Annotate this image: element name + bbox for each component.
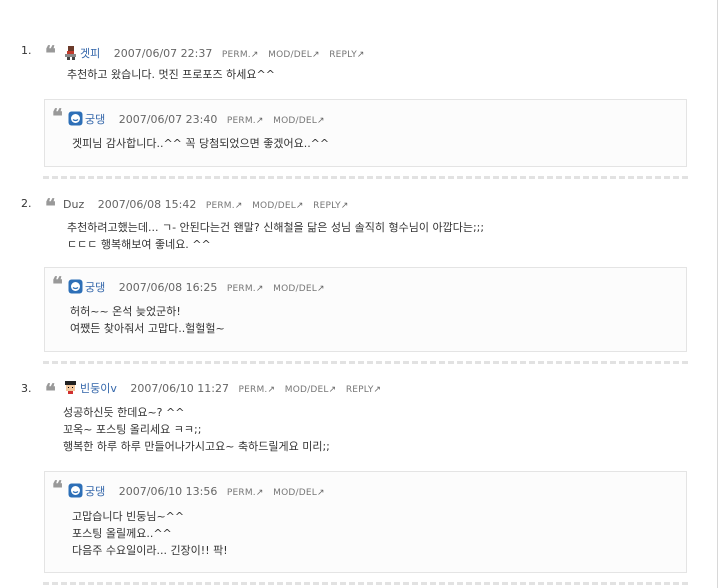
- perm-link[interactable]: PERM.↗: [206, 201, 243, 211]
- comment-body: 추천하려고했는데... ㄱ- 안된다는건 왠말? 신해철을 닮은 성님 솔직히 …: [67, 219, 484, 253]
- mod-del-link[interactable]: MOD/DEL↗: [273, 284, 325, 294]
- comment-separator: [43, 176, 688, 179]
- comment-separator: [43, 582, 688, 585]
- comment-line: ㄷㄷㄷ 행복해보여 좋네요. ^^: [67, 238, 211, 251]
- comment-number: 1.: [21, 44, 32, 57]
- comment-line: 성공하신듯 한데요~? ^^: [63, 406, 185, 419]
- page-right-border: [717, 0, 718, 588]
- comment-body: 추천하고 왔습니다. 멋진 프로포즈 하세요^^: [67, 66, 275, 83]
- reply-meta: 궁댕 2007/06/07 23:40 PERM.↗ MOD/DEL↗: [68, 111, 325, 128]
- reply-line: 포스팅 올릴께요..^^: [72, 527, 172, 540]
- perm-link[interactable]: PERM.↗: [238, 385, 275, 395]
- arrow-ne-icon: ↗: [340, 201, 349, 211]
- arrow-ne-icon: ↗: [311, 50, 320, 60]
- perm-link[interactable]: PERM.↗: [222, 50, 259, 60]
- reply-box: ❝ 궁댕 2007/06/10 13:56 PERM.↗ MOD/DEL↗ 고맙…: [44, 471, 687, 573]
- arrow-ne-icon: ↗: [373, 385, 382, 395]
- arrow-ne-icon: ↗: [328, 385, 337, 395]
- arrow-ne-icon: ↗: [255, 488, 264, 498]
- comment-meta: 빈둥이v 2007/06/10 11:27 PERM.↗ MOD/DEL↗ RE…: [63, 380, 381, 397]
- quote-mark-icon: ❝: [45, 194, 56, 218]
- character-avatar-icon: [63, 45, 78, 60]
- comment-number: 3.: [21, 382, 32, 395]
- quote-mark-icon: ❝: [45, 379, 56, 403]
- perm-link[interactable]: PERM.↗: [227, 488, 264, 498]
- arrow-ne-icon: ↗: [255, 284, 264, 294]
- arrow-ne-icon: ↗: [250, 50, 259, 60]
- reply-date: 2007/06/08 16:25: [118, 281, 218, 294]
- reply-line: 고맙습니다 빈둥님~^^: [72, 510, 185, 523]
- comment-meta: Duz 2007/06/08 15:42 PERM.↗ MOD/DEL↗ REP…: [63, 198, 349, 213]
- reply-meta: 궁댕 2007/06/10 13:56 PERM.↗ MOD/DEL↗: [68, 483, 325, 500]
- smiley-badge-icon: [68, 111, 83, 126]
- reply-body: 겟피님 감사합니다..^^ 꼭 당첨되었으면 좋겠어요..^^: [72, 135, 329, 152]
- comment-date: 2007/06/07 22:37: [113, 47, 213, 60]
- comment-line: 꼬옥~ 포스팅 올리세요 ㅋㅋ;;: [63, 423, 202, 436]
- comment-author-link[interactable]: Duz: [63, 198, 84, 211]
- mod-del-link[interactable]: MOD/DEL↗: [285, 385, 337, 395]
- smiley-badge-icon: [68, 279, 83, 294]
- quote-mark-icon: ❝: [52, 104, 63, 128]
- reply-date: 2007/06/10 13:56: [118, 485, 218, 498]
- comment-author-link[interactable]: 빈둥이v: [80, 382, 117, 395]
- reply-link[interactable]: REPLY↗: [346, 385, 381, 395]
- reply-line: 겟피님 감사합니다..^^ 꼭 당첨되었으면 좋겠어요..^^: [72, 137, 330, 150]
- quote-mark-icon: ❝: [52, 272, 63, 296]
- comment-separator: [43, 361, 688, 364]
- quote-mark-icon: ❝: [52, 476, 63, 500]
- arrow-ne-icon: ↗: [234, 201, 243, 211]
- pixel-face-avatar-icon: [63, 380, 78, 395]
- perm-link[interactable]: PERM.↗: [227, 284, 264, 294]
- arrow-ne-icon: ↗: [295, 201, 304, 211]
- mod-del-link[interactable]: MOD/DEL↗: [273, 488, 325, 498]
- reply-date: 2007/06/07 23:40: [118, 113, 218, 126]
- comment-date: 2007/06/08 15:42: [97, 198, 197, 211]
- comment-line: 추천하고 왔습니다. 멋진 프로포즈 하세요^^: [67, 68, 275, 81]
- arrow-ne-icon: ↗: [267, 385, 276, 395]
- arrow-ne-icon: ↗: [316, 488, 325, 498]
- arrow-ne-icon: ↗: [255, 116, 264, 126]
- reply-link[interactable]: REPLY↗: [313, 201, 348, 211]
- arrow-ne-icon: ↗: [316, 116, 325, 126]
- perm-link[interactable]: PERM.↗: [227, 116, 264, 126]
- smiley-badge-icon: [68, 483, 83, 498]
- reply-meta: 궁댕 2007/06/08 16:25 PERM.↗ MOD/DEL↗: [68, 279, 325, 296]
- reply-line: 다음주 수요일이라... 긴장이!! 팍!: [72, 544, 228, 557]
- reply-author-link[interactable]: 궁댕: [85, 485, 105, 498]
- reply-body: 허허~~ 온석 늦었군하! 여쨌든 찾아줘서 고맙다..헐헐헐~: [70, 303, 225, 337]
- arrow-ne-icon: ↗: [316, 284, 325, 294]
- reply-body: 고맙습니다 빈둥님~^^ 포스팅 올릴께요..^^ 다음주 수요일이라... 긴…: [72, 508, 228, 559]
- quote-mark-icon: ❝: [45, 41, 56, 65]
- comment-meta: 겟피 2007/06/07 22:37 PERM.↗ MOD/DEL↗ REPL…: [63, 45, 365, 62]
- arrow-ne-icon: ↗: [356, 50, 365, 60]
- comment-author-link[interactable]: 겟피: [80, 47, 100, 60]
- comment-line: 행복한 하루 하루 만들어나가시고요~ 축하드릴게요 미리;;: [63, 440, 330, 453]
- reply-link[interactable]: REPLY↗: [329, 50, 364, 60]
- reply-line: 허허~~ 온석 늦었군하!: [70, 305, 181, 318]
- reply-box: ❝ 궁댕 2007/06/07 23:40 PERM.↗ MOD/DEL↗ 겟피…: [44, 99, 687, 167]
- comment-line: 추천하려고했는데... ㄱ- 안된다는건 왠말? 신해철을 닮은 성님 솔직히 …: [67, 221, 485, 234]
- mod-del-link[interactable]: MOD/DEL↗: [273, 116, 325, 126]
- mod-del-link[interactable]: MOD/DEL↗: [252, 201, 304, 211]
- reply-author-link[interactable]: 궁댕: [85, 281, 105, 294]
- comment-body: 성공하신듯 한데요~? ^^ 꼬옥~ 포스팅 올리세요 ㅋㅋ;; 행복한 하루 …: [63, 404, 330, 455]
- mod-del-link[interactable]: MOD/DEL↗: [268, 50, 320, 60]
- comment-date: 2007/06/10 11:27: [130, 382, 229, 395]
- reply-line: 여쨌든 찾아줘서 고맙다..헐헐헐~: [70, 322, 225, 335]
- reply-box: ❝ 궁댕 2007/06/08 16:25 PERM.↗ MOD/DEL↗ 허허…: [44, 267, 687, 352]
- reply-author-link[interactable]: 궁댕: [85, 113, 105, 126]
- comment-number: 2.: [21, 197, 32, 210]
